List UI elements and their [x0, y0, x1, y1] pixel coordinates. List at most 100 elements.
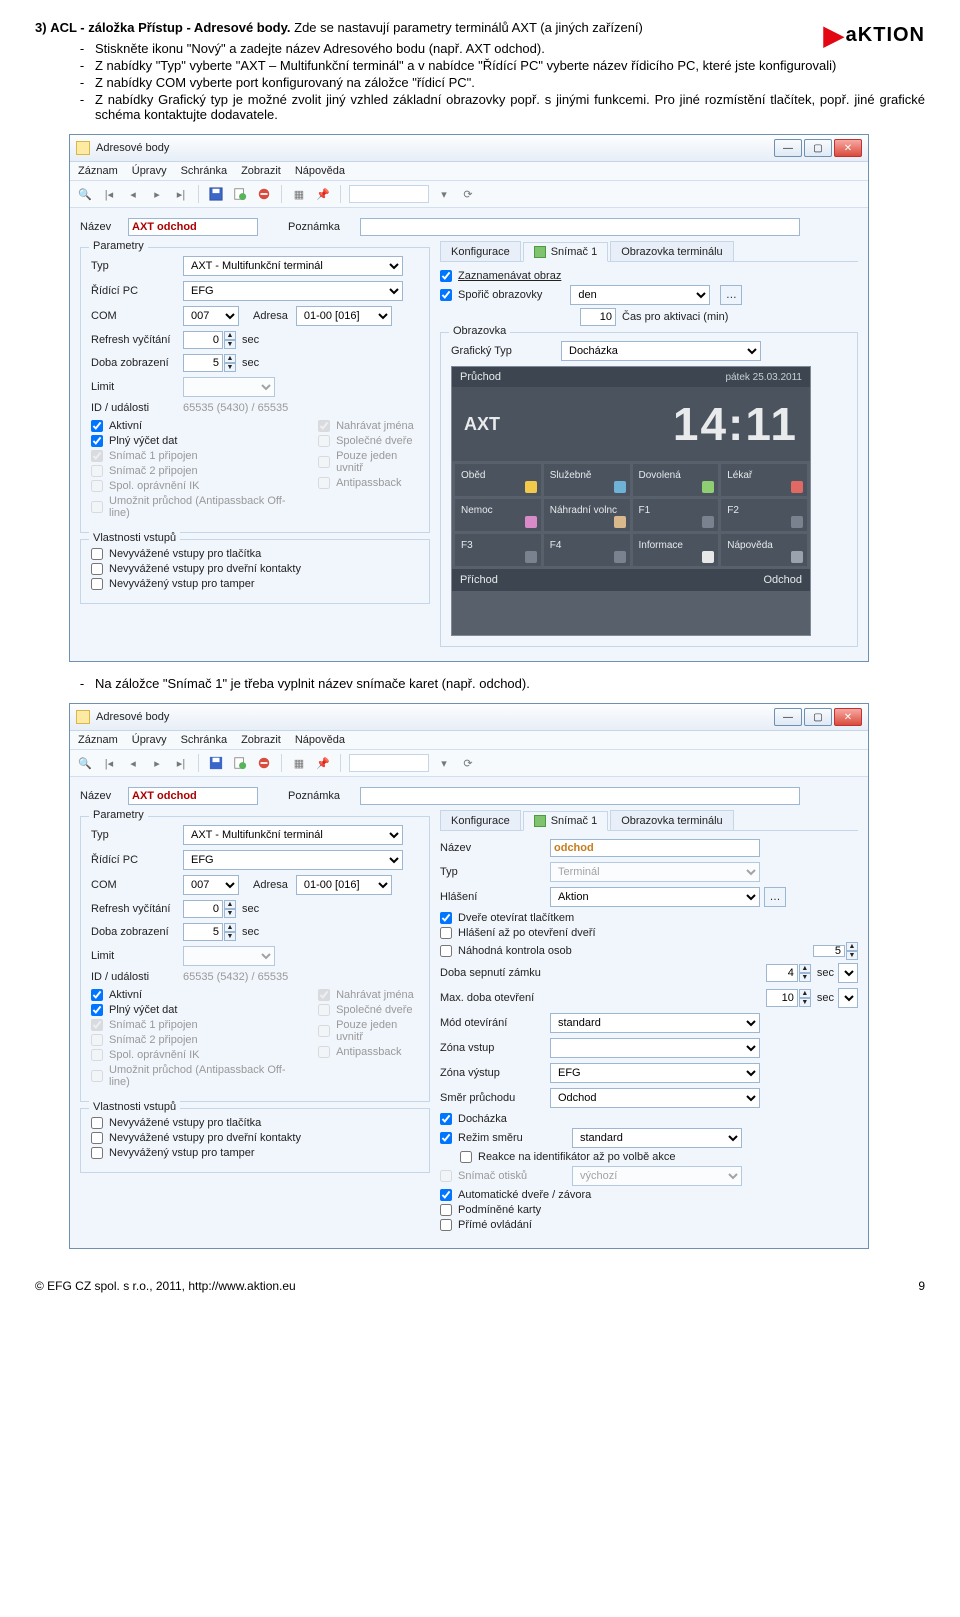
name-input[interactable] [128, 218, 258, 236]
checkbox[interactable] [440, 912, 452, 924]
minimize-button[interactable]: — [774, 139, 802, 157]
nav-prev-icon[interactable]: ◂ [124, 185, 142, 203]
adresa-select[interactable]: 01-00 [016] [296, 306, 392, 326]
checkbox[interactable] [460, 1151, 472, 1163]
nav-prev-icon[interactable]: ◂ [124, 754, 142, 772]
sn-nazev-input[interactable] [550, 839, 760, 857]
toolbar-combo[interactable] [349, 185, 429, 203]
close-button[interactable]: ✕ [834, 139, 862, 157]
unit-select[interactable] [838, 988, 858, 1008]
com-select[interactable]: 007 [183, 306, 239, 326]
search-icon[interactable]: 🔍 [76, 754, 94, 772]
checkbox[interactable] [91, 563, 103, 575]
unit-select[interactable] [838, 963, 858, 983]
mod-select[interactable]: standard [550, 1013, 760, 1033]
tab-obrazovka[interactable]: Obrazovka terminálu [610, 810, 734, 830]
chk-zaznamenavat[interactable] [440, 270, 452, 282]
adresa-select[interactable]: 01-00 [016] [296, 875, 392, 895]
chk-sporic[interactable] [440, 289, 452, 301]
dropdown-icon[interactable]: ▾ [435, 185, 453, 203]
new-icon[interactable] [231, 185, 249, 203]
ridici-select[interactable]: EFG [183, 281, 403, 301]
tab-obrazovka[interactable]: Obrazovka terminálu [610, 241, 734, 261]
more-button[interactable]: … [764, 887, 786, 907]
chk-nahodna[interactable] [440, 945, 452, 957]
new-icon[interactable] [231, 754, 249, 772]
tab-snimac1[interactable]: Snímač 1 [523, 242, 608, 262]
sn-hlaseni-select[interactable]: Aktion [550, 887, 760, 907]
pin-icon[interactable]: 📌 [314, 185, 332, 203]
delete-icon[interactable] [255, 185, 273, 203]
nav-first-icon[interactable]: |◂ [100, 754, 118, 772]
delete-icon[interactable] [255, 754, 273, 772]
save-icon[interactable] [207, 185, 225, 203]
doba-spinner[interactable]: ▲▼ [183, 923, 236, 941]
grid-icon[interactable]: ▦ [290, 185, 308, 203]
nav-first-icon[interactable]: |◂ [100, 185, 118, 203]
sporic-select[interactable]: den [570, 285, 710, 305]
checkbox[interactable] [91, 420, 103, 432]
refresh-spinner[interactable]: ▲▼ [183, 900, 236, 918]
menu-item[interactable]: Schránka [181, 734, 227, 746]
menu-item[interactable]: Úpravy [132, 165, 167, 177]
tab-konfigurace[interactable]: Konfigurace [440, 241, 521, 261]
checkbox[interactable] [440, 1189, 452, 1201]
cas-input[interactable] [580, 308, 616, 326]
note-input[interactable] [360, 787, 800, 805]
menu-item[interactable]: Záznam [78, 165, 118, 177]
ridici-select[interactable]: EFG [183, 850, 403, 870]
menu-item[interactable]: Schránka [181, 165, 227, 177]
maximize-button[interactable]: ▢ [804, 139, 832, 157]
dropdown-icon[interactable]: ▾ [435, 754, 453, 772]
refresh-icon[interactable]: ⟳ [459, 185, 477, 203]
doba-spinner[interactable]: ▲▼ [183, 354, 236, 372]
close-button[interactable]: ✕ [834, 708, 862, 726]
checkbox[interactable] [91, 1004, 103, 1016]
checkbox[interactable] [91, 1117, 103, 1129]
pin-icon[interactable]: 📌 [314, 754, 332, 772]
nav-last-icon[interactable]: ▸| [172, 185, 190, 203]
menu-item[interactable]: Nápověda [295, 165, 345, 177]
grid-icon[interactable]: ▦ [290, 754, 308, 772]
checkbox[interactable] [91, 578, 103, 590]
maximize-button[interactable]: ▢ [804, 708, 832, 726]
checkbox[interactable] [91, 435, 103, 447]
menu-item[interactable]: Zobrazit [241, 165, 281, 177]
menu-item[interactable]: Zobrazit [241, 734, 281, 746]
checkbox[interactable] [91, 1132, 103, 1144]
checkbox[interactable] [440, 1132, 452, 1144]
zona-vstup-select[interactable] [550, 1038, 760, 1058]
checkbox[interactable] [440, 1113, 452, 1125]
nav-last-icon[interactable]: ▸| [172, 754, 190, 772]
minimize-button[interactable]: — [774, 708, 802, 726]
refresh-icon[interactable]: ⟳ [459, 754, 477, 772]
checkbox[interactable] [440, 1219, 452, 1231]
checkbox[interactable] [440, 927, 452, 939]
menu-item[interactable]: Nápověda [295, 734, 345, 746]
name-input[interactable] [128, 787, 258, 805]
smer-select[interactable]: Odchod [550, 1088, 760, 1108]
tab-snimac1[interactable]: Snímač 1 [523, 811, 608, 831]
toolbar-combo[interactable] [349, 754, 429, 772]
inline-select[interactable]: standard [572, 1128, 742, 1148]
zona-vystup-select[interactable]: EFG [550, 1063, 760, 1083]
refresh-spinner[interactable]: ▲▼ [183, 331, 236, 349]
tab-konfigurace[interactable]: Konfigurace [440, 810, 521, 830]
max-ot-spinner[interactable]: ▲▼ [766, 989, 811, 1007]
save-icon[interactable] [207, 754, 225, 772]
checkbox[interactable] [91, 1147, 103, 1159]
checkbox[interactable] [91, 548, 103, 560]
checkbox[interactable] [91, 989, 103, 1001]
com-select[interactable]: 007 [183, 875, 239, 895]
nav-next-icon[interactable]: ▸ [148, 185, 166, 203]
typ-select[interactable]: AXT - Multifunkční terminál [183, 256, 403, 276]
menu-item[interactable]: Záznam [78, 734, 118, 746]
search-icon[interactable]: 🔍 [76, 185, 94, 203]
nav-next-icon[interactable]: ▸ [148, 754, 166, 772]
typ-select[interactable]: AXT - Multifunkční terminál [183, 825, 403, 845]
checkbox[interactable] [440, 1204, 452, 1216]
nahodna-spinner[interactable]: ▲▼ [813, 942, 858, 960]
more-button[interactable]: … [720, 285, 742, 305]
graftyp-select[interactable]: Docházka [561, 341, 761, 361]
note-input[interactable] [360, 218, 800, 236]
